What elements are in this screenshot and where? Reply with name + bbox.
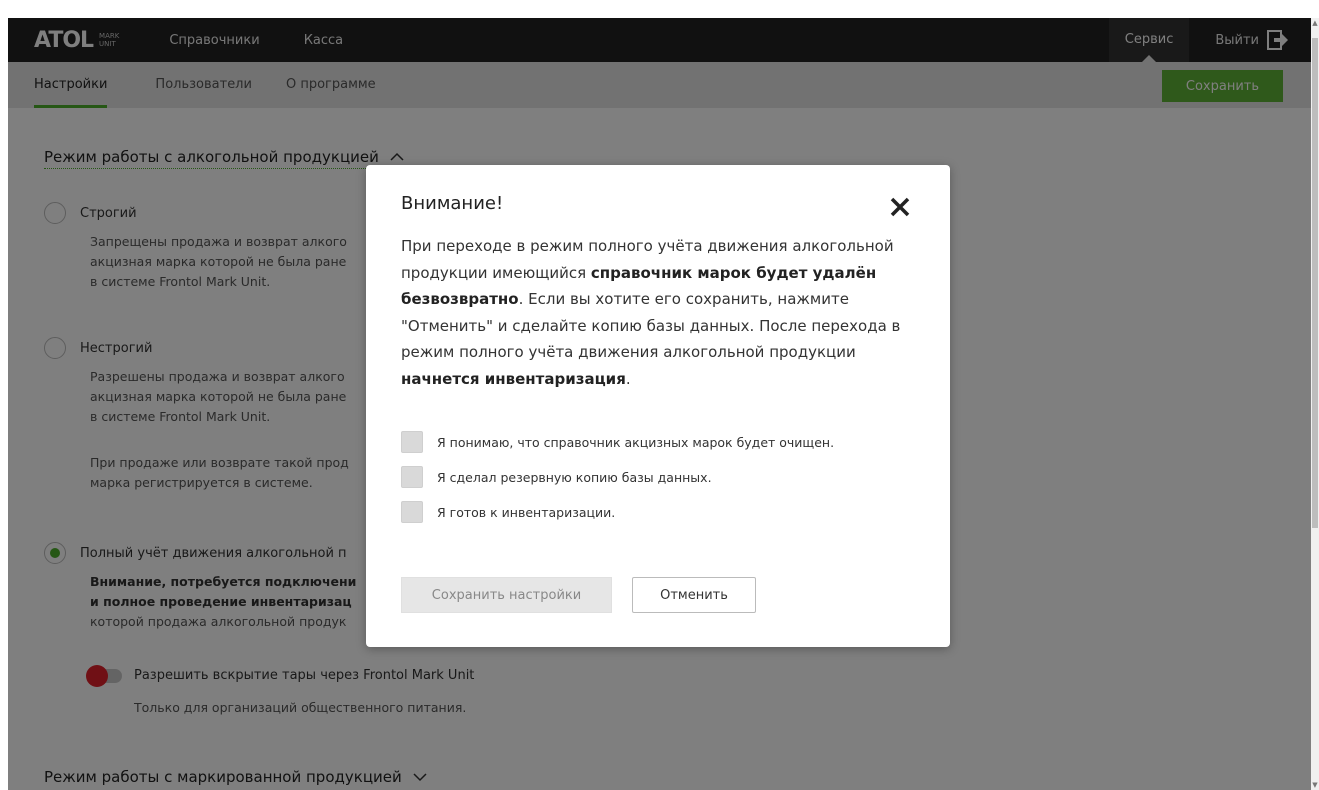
checkbox-backup-label: Я сделал резервную копию базы данных. bbox=[437, 469, 712, 485]
checkbox-understand[interactable] bbox=[401, 431, 423, 453]
modal-body-text-3: . bbox=[625, 369, 631, 388]
window-top-strip bbox=[0, 0, 1319, 18]
modal-title: Внимание! bbox=[401, 193, 504, 214]
modal-body-bold-2: начнется инвентаризация bbox=[401, 369, 626, 388]
scroll-thumb[interactable] bbox=[1312, 38, 1318, 528]
modal-body: При переходе в режим полного учёта движе… bbox=[401, 233, 926, 392]
page-scrollbar[interactable]: ▲ ▼ bbox=[1311, 18, 1319, 790]
checkbox-row-ready[interactable]: Я готов к инвентаризации. bbox=[401, 501, 615, 523]
cancel-button[interactable]: Отменить bbox=[632, 577, 756, 613]
save-settings-button[interactable]: Сохранить настройки bbox=[401, 577, 612, 613]
checkbox-understand-label: Я понимаю, что справочник акцизных марок… bbox=[437, 434, 835, 450]
warning-modal: Внимание! При переходе в режим полного у… bbox=[366, 165, 950, 647]
scroll-up-arrow-icon[interactable]: ▲ bbox=[1311, 18, 1319, 28]
close-icon[interactable] bbox=[884, 191, 916, 223]
checkbox-row-backup[interactable]: Я сделал резервную копию базы данных. bbox=[401, 466, 712, 488]
checkbox-ready-label: Я готов к инвентаризации. bbox=[437, 504, 616, 520]
checkbox-row-understand[interactable]: Я понимаю, что справочник акцизных марок… bbox=[401, 431, 834, 453]
scroll-down-arrow-icon[interactable]: ▼ bbox=[1311, 780, 1319, 790]
checkbox-backup[interactable] bbox=[401, 466, 423, 488]
checkbox-ready[interactable] bbox=[401, 501, 423, 523]
